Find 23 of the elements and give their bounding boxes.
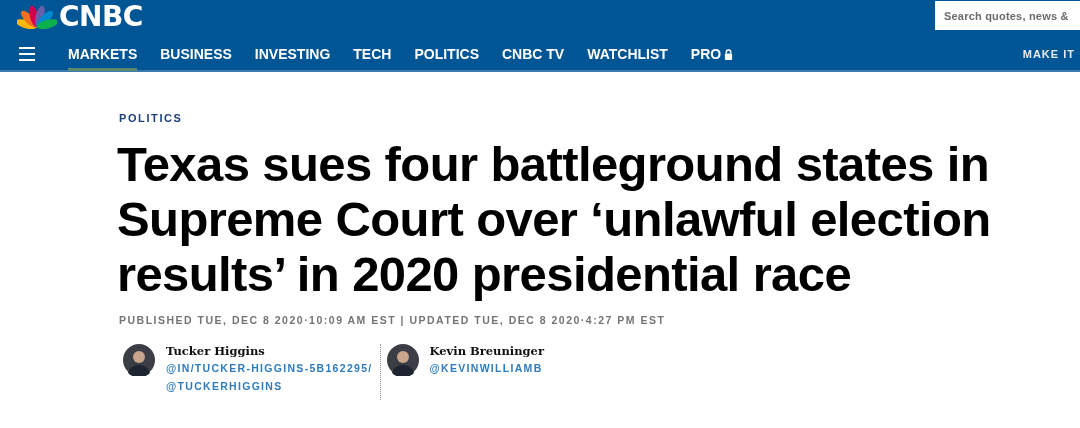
avatar-icon xyxy=(123,344,155,376)
nav-tab[interactable]: BUSINESS xyxy=(160,37,232,71)
peacock-icon xyxy=(17,4,57,30)
menu-icon[interactable] xyxy=(19,47,35,61)
timestamp: PUBLISHED TUE, DEC 8 2020·10:09 AM EST | UPDATED TUE, DEC 8 2020·4:27 PM EST xyxy=(119,314,667,326)
nav-tab[interactable]: PRO xyxy=(690,37,734,71)
nav-tab[interactable]: INVESTING xyxy=(254,37,331,71)
author-name[interactable]: Kevin Breuninger xyxy=(429,344,544,359)
nav-tab[interactable]: CNBC TV xyxy=(501,37,565,71)
avatar-icon xyxy=(386,344,419,376)
author-handle-link[interactable]: @IN/TUCKER-HIGGINS-5B162295/ xyxy=(166,359,373,377)
search-field[interactable]: Search quotes, news & xyxy=(935,1,1080,30)
nav-tab[interactable]: TECH xyxy=(353,37,392,71)
make-it-link[interactable]: MAKE IT xyxy=(1022,48,1075,60)
author-handle-link[interactable]: @TUCKERHIGGINS xyxy=(166,377,373,395)
nav-tab[interactable]: MARKETS xyxy=(68,37,138,71)
nav-tab[interactable]: WATCHLIST xyxy=(587,37,668,71)
author-name[interactable]: Tucker Higgins xyxy=(166,344,373,359)
headline: Texas sues four battleground states in Supreme Court over ‘unlawful election results’ in 2020 presidential race xyxy=(117,137,992,302)
logo-wordmark[interactable]: CNBC xyxy=(59,4,143,30)
section-link[interactable]: POLITICS xyxy=(119,112,183,124)
author-handle-link[interactable]: @KEVINWILLIAMB xyxy=(429,359,544,377)
nav-tab[interactable]: POLITICS xyxy=(414,37,479,71)
